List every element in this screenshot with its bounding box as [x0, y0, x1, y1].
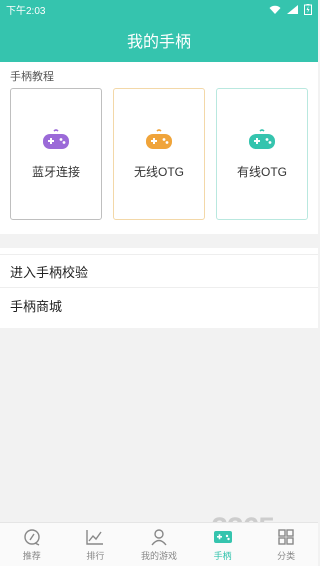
gamepad-icon — [43, 129, 69, 149]
tab-recommend[interactable]: 推荐 — [0, 523, 64, 566]
signal-icon — [287, 4, 298, 14]
card-wired-otg[interactable]: 有线OTG — [216, 88, 308, 220]
battery-icon — [304, 3, 312, 15]
card-label: 有线OTG — [237, 165, 287, 179]
status-time: 下午2:03 — [6, 5, 46, 17]
tab-label: 分类 — [277, 550, 296, 561]
bottom-tab-bar: 推荐 排行 我的游戏 手柄 分类 — [0, 522, 318, 566]
status-bar: 下午2:03 — [0, 0, 318, 18]
chart-icon — [86, 529, 104, 545]
section-title: 手柄教程 — [10, 71, 54, 83]
card-bluetooth[interactable]: 蓝牙连接 — [10, 88, 102, 220]
gamepad-icon — [249, 129, 275, 149]
title-bar: 我的手柄 — [0, 18, 318, 62]
card-label: 无线OTG — [134, 165, 184, 179]
tab-label: 手柄 — [213, 550, 232, 561]
tab-category[interactable]: 分类 — [254, 523, 318, 566]
menu-item-label: 手柄商城 — [10, 298, 63, 314]
menu-item-calibrate[interactable]: 进入手柄校验 — [0, 254, 318, 288]
tab-gamepad[interactable]: 手柄 — [191, 523, 255, 566]
tab-label: 我的游戏 — [140, 550, 177, 561]
recommend-icon — [24, 528, 40, 546]
gamepad-icon — [146, 129, 172, 149]
gamepad-icon — [213, 530, 232, 543]
tab-label: 排行 — [86, 550, 105, 561]
tab-ranking[interactable]: 排行 — [64, 523, 128, 566]
tab-my-games[interactable]: 我的游戏 — [127, 523, 191, 566]
tutorial-section: 手柄教程 蓝牙连接 无线OTG 有线OTG — [0, 62, 318, 234]
tab-label: 推荐 — [22, 550, 41, 561]
card-wireless-otg[interactable]: 无线OTG — [113, 88, 205, 220]
menu-list: 进入手柄校验 手柄商城 — [0, 248, 318, 328]
category-icon — [278, 528, 294, 545]
card-label: 蓝牙连接 — [31, 165, 80, 179]
user-icon — [151, 528, 167, 545]
wifi-icon — [269, 5, 281, 14]
page-title: 我的手柄 — [126, 34, 191, 51]
menu-item-store[interactable]: 手柄商城 — [0, 288, 318, 322]
menu-item-label: 进入手柄校验 — [10, 264, 89, 280]
